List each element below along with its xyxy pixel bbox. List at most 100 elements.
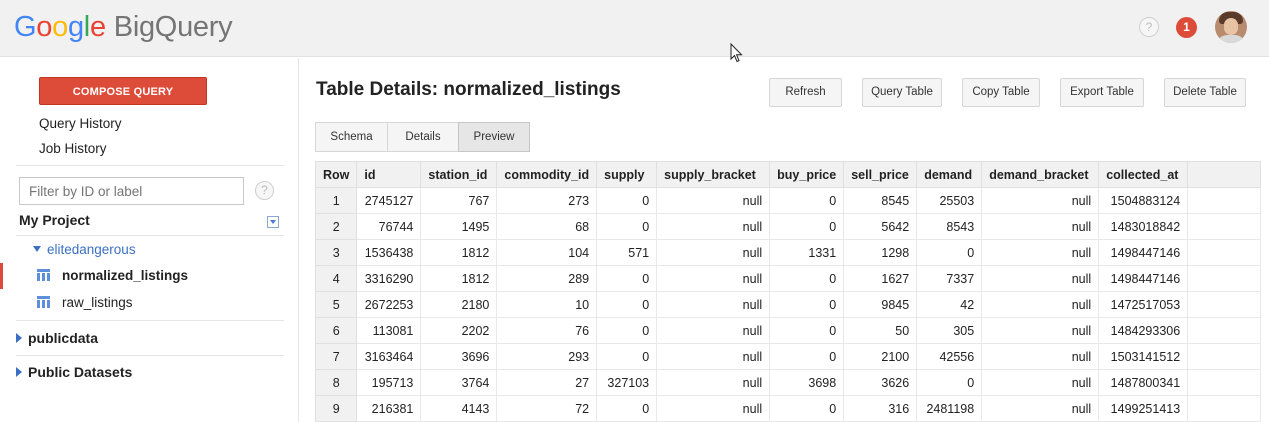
table-cell: 0	[596, 291, 658, 318]
table-cell: 316	[843, 395, 918, 422]
table-cell: null	[656, 213, 771, 240]
table-item-normalized-listings[interactable]: normalized_listings	[37, 268, 188, 283]
row-number: 7	[314, 343, 358, 370]
table-cell: 3764	[420, 369, 498, 396]
tab-preview[interactable]: Preview	[458, 122, 530, 152]
bigquery-logo[interactable]: Google BigQuery	[14, 10, 233, 44]
project-name[interactable]: My Project	[19, 212, 90, 228]
column-header-id: id	[356, 161, 422, 188]
table-icon	[37, 296, 50, 308]
table-cell-spacer	[1187, 265, 1262, 292]
column-header-demand-bracket: demand_bracket	[981, 161, 1100, 188]
table-cell: 3316290	[356, 265, 422, 292]
table-cell: 0	[596, 317, 658, 344]
table-cell: null	[981, 343, 1100, 370]
table-cell: 1487800341	[1098, 369, 1189, 396]
table-cell: 2672253	[356, 291, 422, 318]
column-header-commodity-id: commodity_id	[496, 161, 598, 188]
table-row: 2 76744 1495 68 0 null 0 5642 8543 null 1483018842	[314, 213, 1262, 240]
table-cell-spacer	[1187, 239, 1262, 266]
table-cell: 195713	[356, 369, 422, 396]
table-cell: 0	[769, 265, 845, 292]
table-cell: 1495	[420, 213, 498, 240]
copy-table-button[interactable]: Copy Table	[962, 78, 1040, 107]
active-indicator	[0, 263, 3, 289]
avatar[interactable]	[1215, 11, 1247, 43]
table-cell: 8543	[916, 213, 983, 240]
refresh-button[interactable]: Refresh	[769, 78, 842, 107]
table-cell: 3698	[769, 369, 845, 396]
divider	[16, 235, 284, 236]
table-body: 1 2745127 767 273 0 null 0 8545 25503 null 1504883…	[314, 187, 1262, 422]
table-cell: 2180	[420, 291, 498, 318]
table-cell: 68	[496, 213, 598, 240]
table-cell: 0	[596, 265, 658, 292]
table-cell: 1484293306	[1098, 317, 1189, 344]
table-cell: 1627	[843, 265, 918, 292]
preview-table: Row id station_id commodity_id supply supply_…	[314, 161, 1262, 422]
filter-input[interactable]	[19, 177, 244, 205]
table-cell-spacer	[1187, 343, 1262, 370]
top-bar: Google BigQuery ? 1	[0, 0, 1269, 63]
group-public-datasets[interactable]: Public Datasets	[16, 364, 132, 380]
table-cell: 305	[916, 317, 983, 344]
table-cell: null	[981, 395, 1100, 422]
divider	[16, 355, 284, 356]
filter-help-icon[interactable]: ?	[255, 181, 274, 200]
table-cell: null	[656, 343, 771, 370]
table-row: 9 216381 4143 72 0 null 0 316 2481198 null 1499251…	[314, 395, 1262, 422]
expand-arrow-icon	[16, 367, 22, 377]
table-cell: null	[981, 291, 1100, 318]
table-cell: 2481198	[916, 395, 983, 422]
table-cell: 1536438	[356, 239, 422, 266]
sidebar: COMPOSE QUERY Query History Job History …	[0, 58, 299, 422]
row-number: 9	[314, 395, 358, 422]
divider	[16, 320, 284, 321]
table-cell: 3163464	[356, 343, 422, 370]
table-cell: 113081	[356, 317, 422, 344]
table-cell: 1812	[420, 239, 498, 266]
table-cell: 767	[420, 187, 498, 214]
compose-query-button[interactable]: COMPOSE QUERY	[39, 77, 207, 105]
help-icon[interactable]: ?	[1139, 17, 1159, 37]
table-cell: 0	[769, 343, 845, 370]
row-number: 8	[314, 369, 358, 396]
table-row: 1 2745127 767 273 0 null 0 8545 25503 null 1504883…	[314, 187, 1262, 214]
query-history-link[interactable]: Query History	[39, 116, 122, 131]
row-number: 2	[314, 213, 358, 240]
delete-table-button[interactable]: Delete Table	[1164, 78, 1246, 107]
table-cell: null	[981, 369, 1100, 396]
table-row: 6 113081 2202 76 0 null 0 50 305 null 1484293306	[314, 317, 1262, 344]
table-cell: 25503	[916, 187, 983, 214]
table-cell: 289	[496, 265, 598, 292]
column-header-collected-at: collected_at	[1098, 161, 1189, 188]
project-dropdown-icon[interactable]	[267, 216, 279, 228]
group-publicdata[interactable]: publicdata	[16, 330, 98, 346]
table-cell: 10	[496, 291, 598, 318]
table-cell: null	[981, 239, 1100, 266]
table-cell-spacer	[1187, 291, 1262, 318]
table-item-raw-listings[interactable]: raw_listings	[37, 295, 133, 310]
tab-schema[interactable]: Schema	[315, 122, 388, 152]
table-cell: 1483018842	[1098, 213, 1189, 240]
table-cell: 5642	[843, 213, 918, 240]
job-history-link[interactable]: Job History	[39, 141, 107, 156]
query-table-button[interactable]: Query Table	[862, 78, 942, 107]
table-cell: 216381	[356, 395, 422, 422]
dataset-elitedangerous[interactable]: elitedangerous	[33, 242, 136, 257]
row-number: 5	[314, 291, 358, 318]
export-table-button[interactable]: Export Table	[1060, 78, 1144, 107]
table-cell: 1298	[843, 239, 918, 266]
table-cell: 273	[496, 187, 598, 214]
table-cell: 8545	[843, 187, 918, 214]
notification-badge[interactable]: 1	[1176, 17, 1197, 38]
tab-details[interactable]: Details	[387, 122, 459, 152]
table-cell: 2202	[420, 317, 498, 344]
table-cell: 104	[496, 239, 598, 266]
table-cell: 9845	[843, 291, 918, 318]
column-header-supply: supply	[596, 161, 658, 188]
table-cell: 1504883124	[1098, 187, 1189, 214]
table-cell: 27	[496, 369, 598, 396]
table-cell: 327103	[596, 369, 658, 396]
table-cell: 0	[769, 187, 845, 214]
